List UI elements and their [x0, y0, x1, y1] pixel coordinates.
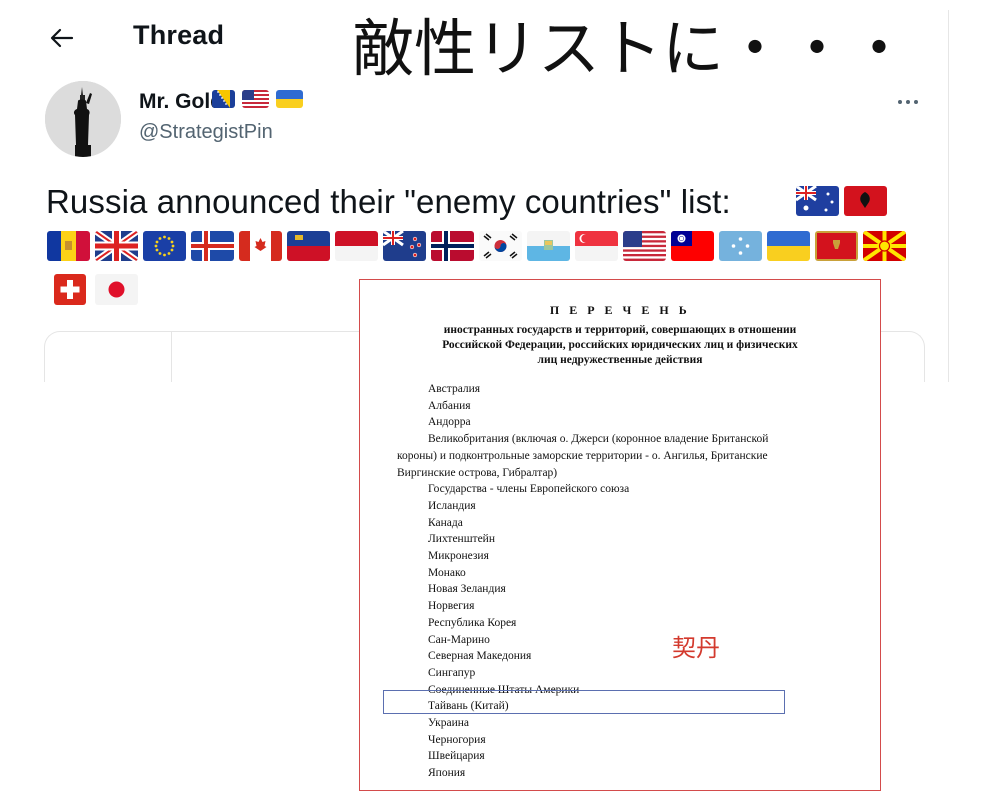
list-item: Япония — [428, 767, 466, 780]
list-item: Великобритания (включая о. Джерси (корон… — [428, 433, 769, 446]
japan-flag-icon — [95, 274, 138, 305]
author-name[interactable]: Mr. Gold — [139, 90, 223, 114]
list-item: Монако — [428, 566, 466, 579]
list-item: Андорра — [428, 416, 471, 429]
list-item: Албания — [428, 399, 471, 412]
list-item: Новая Зеландия — [428, 583, 506, 596]
list-item: Сингапур — [428, 666, 476, 679]
list-item: Канада — [428, 516, 463, 529]
micronesia-flag-icon — [719, 231, 762, 261]
south-korea-flag-icon — [479, 231, 522, 261]
arrow-left-icon — [50, 28, 74, 48]
author-name-flags — [212, 90, 303, 108]
ukraine-flag-icon-2 — [767, 231, 810, 261]
list-item-continuation: Виргинские острова, Гибралтар) — [397, 466, 558, 479]
statue-of-liberty-avatar — [45, 81, 121, 157]
flag-row-1 — [47, 231, 906, 261]
list-item: Микронезия — [428, 550, 489, 562]
list-item: Северная Македония — [428, 650, 532, 663]
list-item: Австралия — [428, 383, 481, 395]
flag-row-0 — [796, 186, 887, 216]
column-border — [948, 10, 949, 382]
list-item: Государства - члены Европейского союза — [428, 483, 630, 496]
singapore-flag-icon — [575, 231, 618, 261]
canada-flag-icon — [239, 231, 282, 261]
new-zealand-flag-icon — [383, 231, 426, 261]
list-item-continuation: короны) и подконтрольные заморские терри… — [397, 449, 768, 462]
liechtenstein-flag-icon — [287, 231, 330, 261]
iceland-flag-icon — [191, 231, 234, 261]
bosnia-flag-icon — [212, 90, 235, 108]
highlight-box — [383, 690, 785, 714]
eu-flag-icon — [143, 231, 186, 261]
back-button[interactable] — [40, 18, 84, 58]
montenegro-flag-icon — [815, 231, 858, 261]
overlay-caption: 敵性リストに・・・ — [352, 12, 911, 85]
list-item: Лихтенштейн — [428, 533, 495, 546]
author-handle[interactable]: @StrategistPin — [139, 121, 273, 144]
list-item: Республика Корея — [428, 616, 517, 629]
australia-flag-icon — [796, 186, 839, 216]
flag-row-2 — [54, 274, 138, 305]
usa-flag-icon — [242, 90, 269, 108]
norway-flag-icon — [431, 231, 474, 261]
list-item: Украина — [428, 717, 469, 729]
albania-flag-icon — [844, 186, 887, 216]
switzerland-flag-icon — [54, 274, 86, 305]
san-marino-flag-icon — [527, 231, 570, 261]
list-item: Черногория — [428, 733, 486, 746]
north-macedonia-flag-icon — [863, 231, 906, 261]
usa-flag-icon-2 — [623, 231, 666, 261]
more-dots-icon — [898, 100, 902, 104]
page-title: Thread — [133, 20, 225, 50]
list-item: Сан-Марино — [428, 633, 490, 646]
taiwan-flag-icon — [671, 231, 714, 261]
andorra-flag-icon — [47, 231, 90, 261]
list-item: Исландия — [428, 499, 476, 512]
card-divider — [171, 332, 172, 384]
list-item: Норвегия — [428, 600, 475, 613]
uk-flag-icon — [95, 231, 138, 261]
list-item: Швейцария — [428, 750, 485, 763]
document-scan: П Е Р Е Ч Е Н Ь иностранных государств и… — [359, 279, 881, 791]
more-options-button[interactable] — [890, 90, 926, 114]
tweet-text: Russia announced their "enemy countries"… — [46, 183, 731, 220]
document-title: П Е Р Е Ч Е Н Ь — [549, 303, 691, 317]
ukraine-flag-icon — [276, 90, 303, 108]
document-subtitle: иностранных государств и территорий, сов… — [442, 324, 798, 366]
avatar[interactable] — [45, 81, 121, 157]
monaco-flag-icon — [335, 231, 378, 261]
annotation-kitan: 契丹 — [672, 634, 720, 662]
